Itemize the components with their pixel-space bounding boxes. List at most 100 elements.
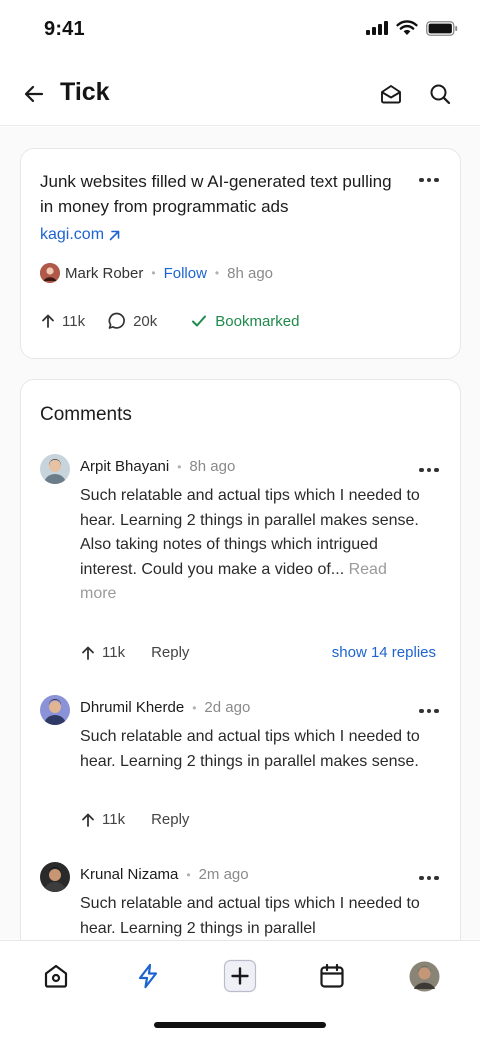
follow-button[interactable]: Follow [164,265,207,282]
calendar-icon [320,963,344,988]
comments-heading: Comments [40,404,132,425]
post-time: 8h ago [227,264,274,282]
more-dot [434,875,439,881]
comment-actions: 11k Reply [80,811,189,828]
tab-profile[interactable] [407,959,441,993]
comment-upvote-button[interactable]: 11k [80,811,125,828]
commenter-name[interactable]: Krunal Nizama [80,866,178,883]
comment-item: Dhrumil Kherde • 2d ago Such relatable a… [40,695,442,835]
comment-time: 2m ago [198,866,249,883]
comment-upvote-count: 11k [102,644,126,661]
comments-button[interactable]: 20k [107,311,157,331]
more-dot [434,708,439,714]
upvote-button[interactable]: 11k [40,313,85,330]
author-avatar-image [40,263,60,283]
status-icons [366,20,458,36]
page-title: Tick [60,78,110,106]
post-card[interactable]: Junk websites filled w AI-generated text… [20,148,461,359]
separator-dot: • [177,459,182,474]
source-link[interactable]: kagi.com [40,226,121,244]
post-stats: 11k 20k Bookmarked [40,311,299,331]
home-indicator [154,1022,326,1028]
status-bar: 9:41 [0,0,480,60]
commenter-avatar[interactable] [40,695,70,725]
separator-dot: • [192,700,197,715]
more-dot [419,467,424,473]
reply-button[interactable]: Reply [151,644,189,661]
inbox-button[interactable] [377,80,405,108]
home-icon [44,964,68,988]
comment-time: 8h ago [189,458,236,475]
status-time: 9:41 [44,18,85,40]
author-row: Mark Rober • Follow • 8h ago [40,263,273,283]
commenter-avatar-image [40,454,70,484]
post-title[interactable]: Junk websites filled w AI-generated text… [40,169,400,219]
back-arrow-icon [24,85,44,103]
arrow-up-icon [42,314,54,328]
battery-icon [426,20,458,36]
source-domain: kagi.com [40,226,105,243]
external-link-arrow-icon [109,230,120,240]
comment-count: 20k [133,312,158,330]
comment-time: 2d ago [204,699,251,716]
tab-calendar[interactable] [315,959,349,993]
tab-home[interactable] [39,959,73,993]
commenter-avatar-image [40,862,70,892]
arrow-up-icon [82,646,94,660]
back-button[interactable] [20,80,48,108]
more-dot [426,467,432,473]
reply-button[interactable]: Reply [151,811,189,828]
cellular-signal-icon [366,21,388,35]
tab-feed[interactable] [131,959,165,993]
profile-avatar [409,961,439,991]
comment-upvote-count: 11k [102,811,126,828]
more-dot [419,708,424,714]
comment-text: Such relatable and actual tips which I n… [80,484,425,607]
author-name[interactable]: Mark Rober [65,265,143,282]
comment-more-button[interactable] [416,462,442,478]
search-icon [430,84,451,105]
comment-bubble-icon [108,312,126,329]
commenter-avatar[interactable] [40,862,70,892]
commenter-avatar-image [40,695,70,725]
lightning-icon [138,963,158,989]
separator-dot: • [151,266,156,280]
comment-header: Dhrumil Kherde • 2d ago [80,699,250,716]
comment-actions: 11k Reply [80,644,189,661]
separator-dot: • [214,266,220,280]
comment-item: Krunal Nizama • 2m ago Such relatable an… [40,862,442,942]
commenter-name[interactable]: Dhrumil Kherde [80,699,184,716]
commenter-name[interactable]: Arpit Bhayani [80,458,169,475]
search-button[interactable] [426,80,454,108]
more-dot [426,177,432,183]
app-header: Tick [0,64,480,126]
more-dot [426,875,432,881]
tab-create[interactable] [223,959,257,993]
add-icon [223,959,257,993]
comments-card: Comments Arpit Bhayani • 8h ago Such rel… [20,379,461,979]
comment-header: Krunal Nizama • 2m ago [80,866,249,883]
more-dot [419,177,424,183]
bookmark-label: Bookmarked [215,312,300,330]
commenter-avatar[interactable] [40,454,70,484]
wifi-icon [396,20,418,35]
envelope-open-icon [381,85,401,104]
show-replies-link[interactable]: show 14 replies [332,644,436,661]
comment-header: Arpit Bhayani • 8h ago [80,458,235,475]
comment-upvote-button[interactable]: 11k [80,644,125,661]
comment-more-button[interactable] [416,703,442,719]
author-avatar[interactable] [40,263,60,283]
comment-item: Arpit Bhayani • 8h ago Such relatable an… [40,454,442,669]
comment-text: Such relatable and actual tips which I n… [80,728,420,770]
comment-text: Such relatable and actual tips which I n… [80,895,420,937]
bookmark-button[interactable]: Bookmarked [191,313,299,330]
more-dot [434,467,439,473]
arrow-up-icon [82,813,94,827]
comment-more-button[interactable] [416,870,442,886]
more-dot [419,875,424,881]
check-icon [192,315,207,327]
post-more-button[interactable] [416,172,442,188]
upvote-count: 11k [62,312,86,330]
more-dot [426,708,432,714]
more-dot [434,177,439,183]
